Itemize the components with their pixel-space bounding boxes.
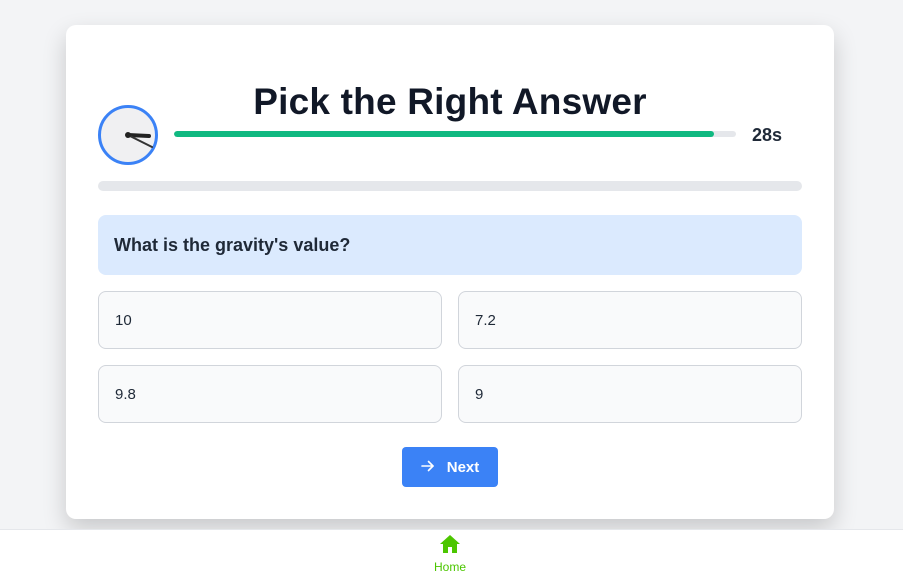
- timer-text: 28s: [752, 125, 783, 145]
- quiz-card: Pick the Right Answer 28s What is the gr…: [66, 25, 834, 519]
- answer-option[interactable]: 9: [458, 365, 802, 423]
- answer-option[interactable]: 9.8: [98, 365, 442, 423]
- answer-option[interactable]: 7.2: [458, 291, 802, 349]
- next-button-label: Next: [446, 458, 480, 476]
- timer-bar-fill: [174, 131, 714, 137]
- nav-home-label: Home: [433, 560, 466, 574]
- arrow-right-icon: [420, 459, 435, 476]
- page-title: Pick the Right Answer: [253, 81, 647, 122]
- timer-bar: [174, 131, 736, 137]
- bottom-nav: Home: [0, 529, 903, 578]
- nav-item-home[interactable]: Home: [420, 534, 480, 578]
- quiz-progress-bar: [98, 181, 802, 191]
- next-button[interactable]: Next: [402, 447, 498, 487]
- clock-icon: [98, 105, 158, 165]
- question-text: What is the gravity's value?: [98, 215, 802, 275]
- home-icon: [439, 534, 461, 559]
- answer-option[interactable]: 10: [98, 291, 442, 349]
